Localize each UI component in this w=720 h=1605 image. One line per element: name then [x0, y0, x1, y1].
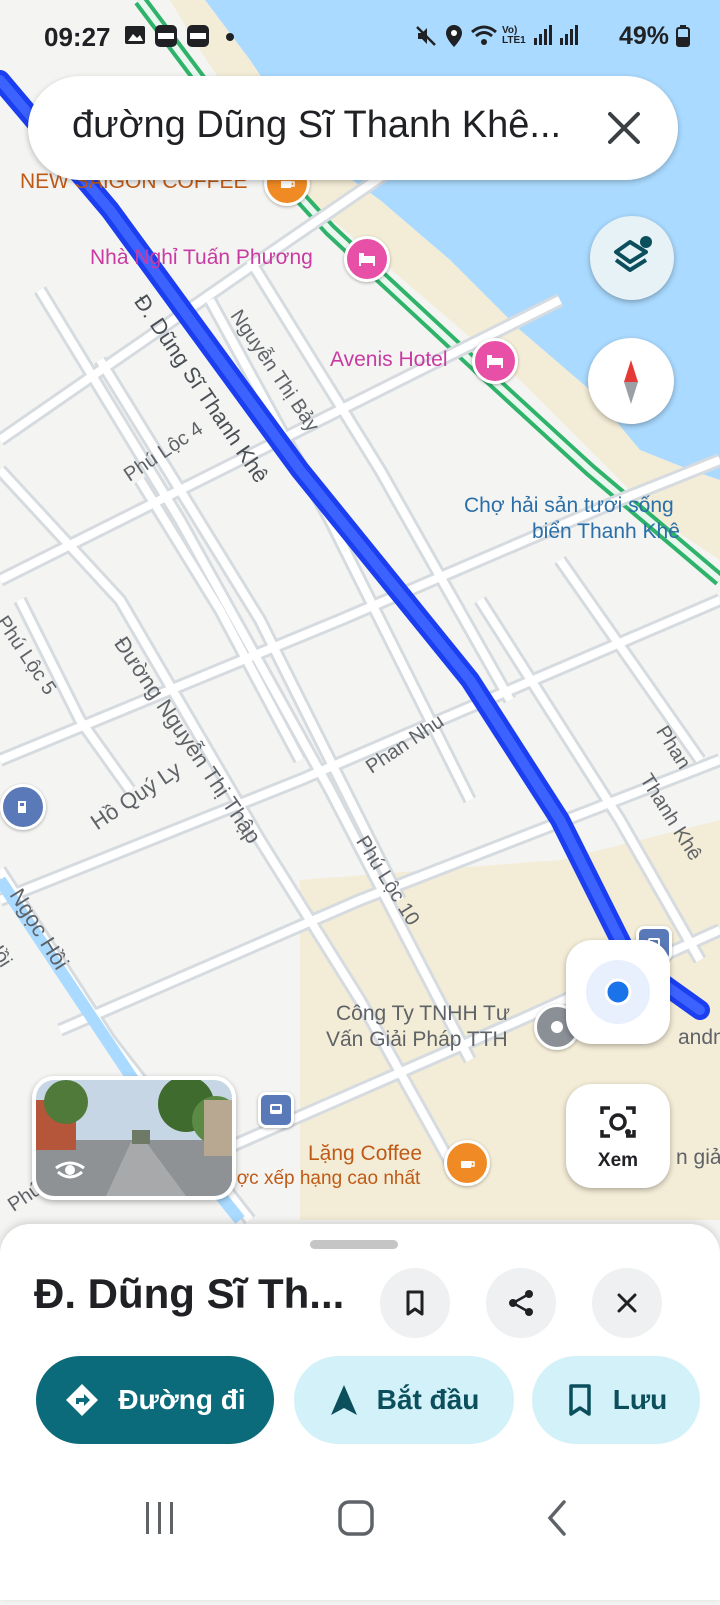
zalo-notification-icon	[187, 25, 209, 47]
poi-label-gia: n giả	[676, 1146, 720, 1169]
sheet-drag-handle[interactable]	[310, 1240, 398, 1249]
share-button[interactable]	[486, 1268, 556, 1338]
save-bookmark-icon	[569, 1384, 591, 1416]
layers-button[interactable]	[590, 216, 674, 300]
gallery-notification-icon	[125, 26, 145, 44]
status-time: 09:27	[44, 22, 111, 52]
navigation-arrow-icon	[330, 1385, 357, 1415]
network-type-label: Vo) LTE1	[502, 25, 526, 46]
bus-stop-icon[interactable]	[258, 1092, 294, 1128]
directions-label: Đường đi	[118, 1384, 246, 1415]
street-view-rotate-icon	[55, 1161, 85, 1179]
poi-label-lang-coffee-sub: ược xếp hạng cao nhất	[224, 1168, 421, 1189]
camera-lens-icon	[600, 1106, 636, 1138]
compass-button[interactable]	[588, 338, 674, 424]
signal-icon	[534, 25, 552, 45]
street-view-thumbnail[interactable]	[32, 1076, 236, 1200]
signal-icon	[560, 25, 578, 45]
search-query-text[interactable]: đường Dũng Sĩ Thanh Khê...	[72, 104, 572, 147]
hotel-pin-icon[interactable]	[344, 236, 390, 282]
battery-level: 49%	[619, 22, 690, 51]
bookmark-icon	[406, 1290, 424, 1316]
layers-icon	[614, 236, 652, 272]
hotel-pin-icon[interactable]	[472, 338, 518, 384]
recent-apps-icon[interactable]	[140, 1498, 180, 1538]
poi-label-cong-ty-2[interactable]: Vấn Giải Pháp TTH	[326, 1028, 508, 1052]
bookmark-button[interactable]	[380, 1268, 450, 1338]
poi-label-landmark: andm	[678, 1026, 720, 1049]
mute-icon	[416, 26, 436, 46]
zalo-notification-icon	[155, 25, 177, 47]
share-icon	[509, 1290, 533, 1316]
wifi-icon	[471, 25, 497, 45]
directions-icon	[66, 1384, 99, 1416]
close-sheet-button[interactable]	[592, 1268, 662, 1338]
start-label: Bắt đầu	[376, 1384, 480, 1415]
start-navigation-button[interactable]: Bắt đầu	[294, 1356, 514, 1444]
poi-label-avenis-hotel[interactable]: Avenis Hotel	[330, 348, 448, 372]
search-bar[interactable]: đường Dũng Sĩ Thanh Khê...	[28, 76, 678, 180]
save-button[interactable]: Lưu	[532, 1356, 700, 1444]
battery-icon	[676, 25, 690, 47]
location-icon	[446, 25, 462, 47]
poi-label-cong-ty-1[interactable]: Công Ty TNHH Tư	[336, 1002, 510, 1026]
poi-label-lang-coffee[interactable]: Lặng Coffee	[308, 1142, 422, 1166]
gas-station-icon[interactable]	[0, 784, 46, 830]
my-location-button[interactable]	[566, 940, 670, 1044]
back-icon[interactable]	[538, 1498, 578, 1538]
lens-view-label: Xem	[597, 1150, 639, 1171]
home-icon[interactable]	[336, 1498, 376, 1538]
clear-search-icon[interactable]	[602, 106, 646, 150]
poi-label-cho-hai-san-1[interactable]: Chợ hải sản tươi sống	[464, 494, 674, 518]
lens-view-button[interactable]: Xem	[566, 1084, 670, 1188]
cafe-pin-icon[interactable]	[444, 1140, 490, 1186]
system-navigation-bar	[0, 1470, 720, 1600]
my-location-dot-icon	[586, 960, 650, 1024]
status-bar: 09:27 Vo) LTE1 49%	[0, 0, 720, 76]
poi-label-nha-nghi[interactable]: Nhà Nghỉ Tuấn Phương	[90, 246, 313, 270]
place-title: Đ. Dũng Sĩ Th...	[34, 1270, 345, 1317]
more-notifications-icon	[226, 33, 234, 41]
save-label: Lưu	[612, 1384, 668, 1415]
compass-icon	[624, 360, 638, 404]
poi-label-cho-hai-san-2[interactable]: biển Thanh Khê	[532, 520, 680, 544]
close-icon	[617, 1293, 637, 1313]
directions-button[interactable]: Đường đi	[36, 1356, 274, 1444]
